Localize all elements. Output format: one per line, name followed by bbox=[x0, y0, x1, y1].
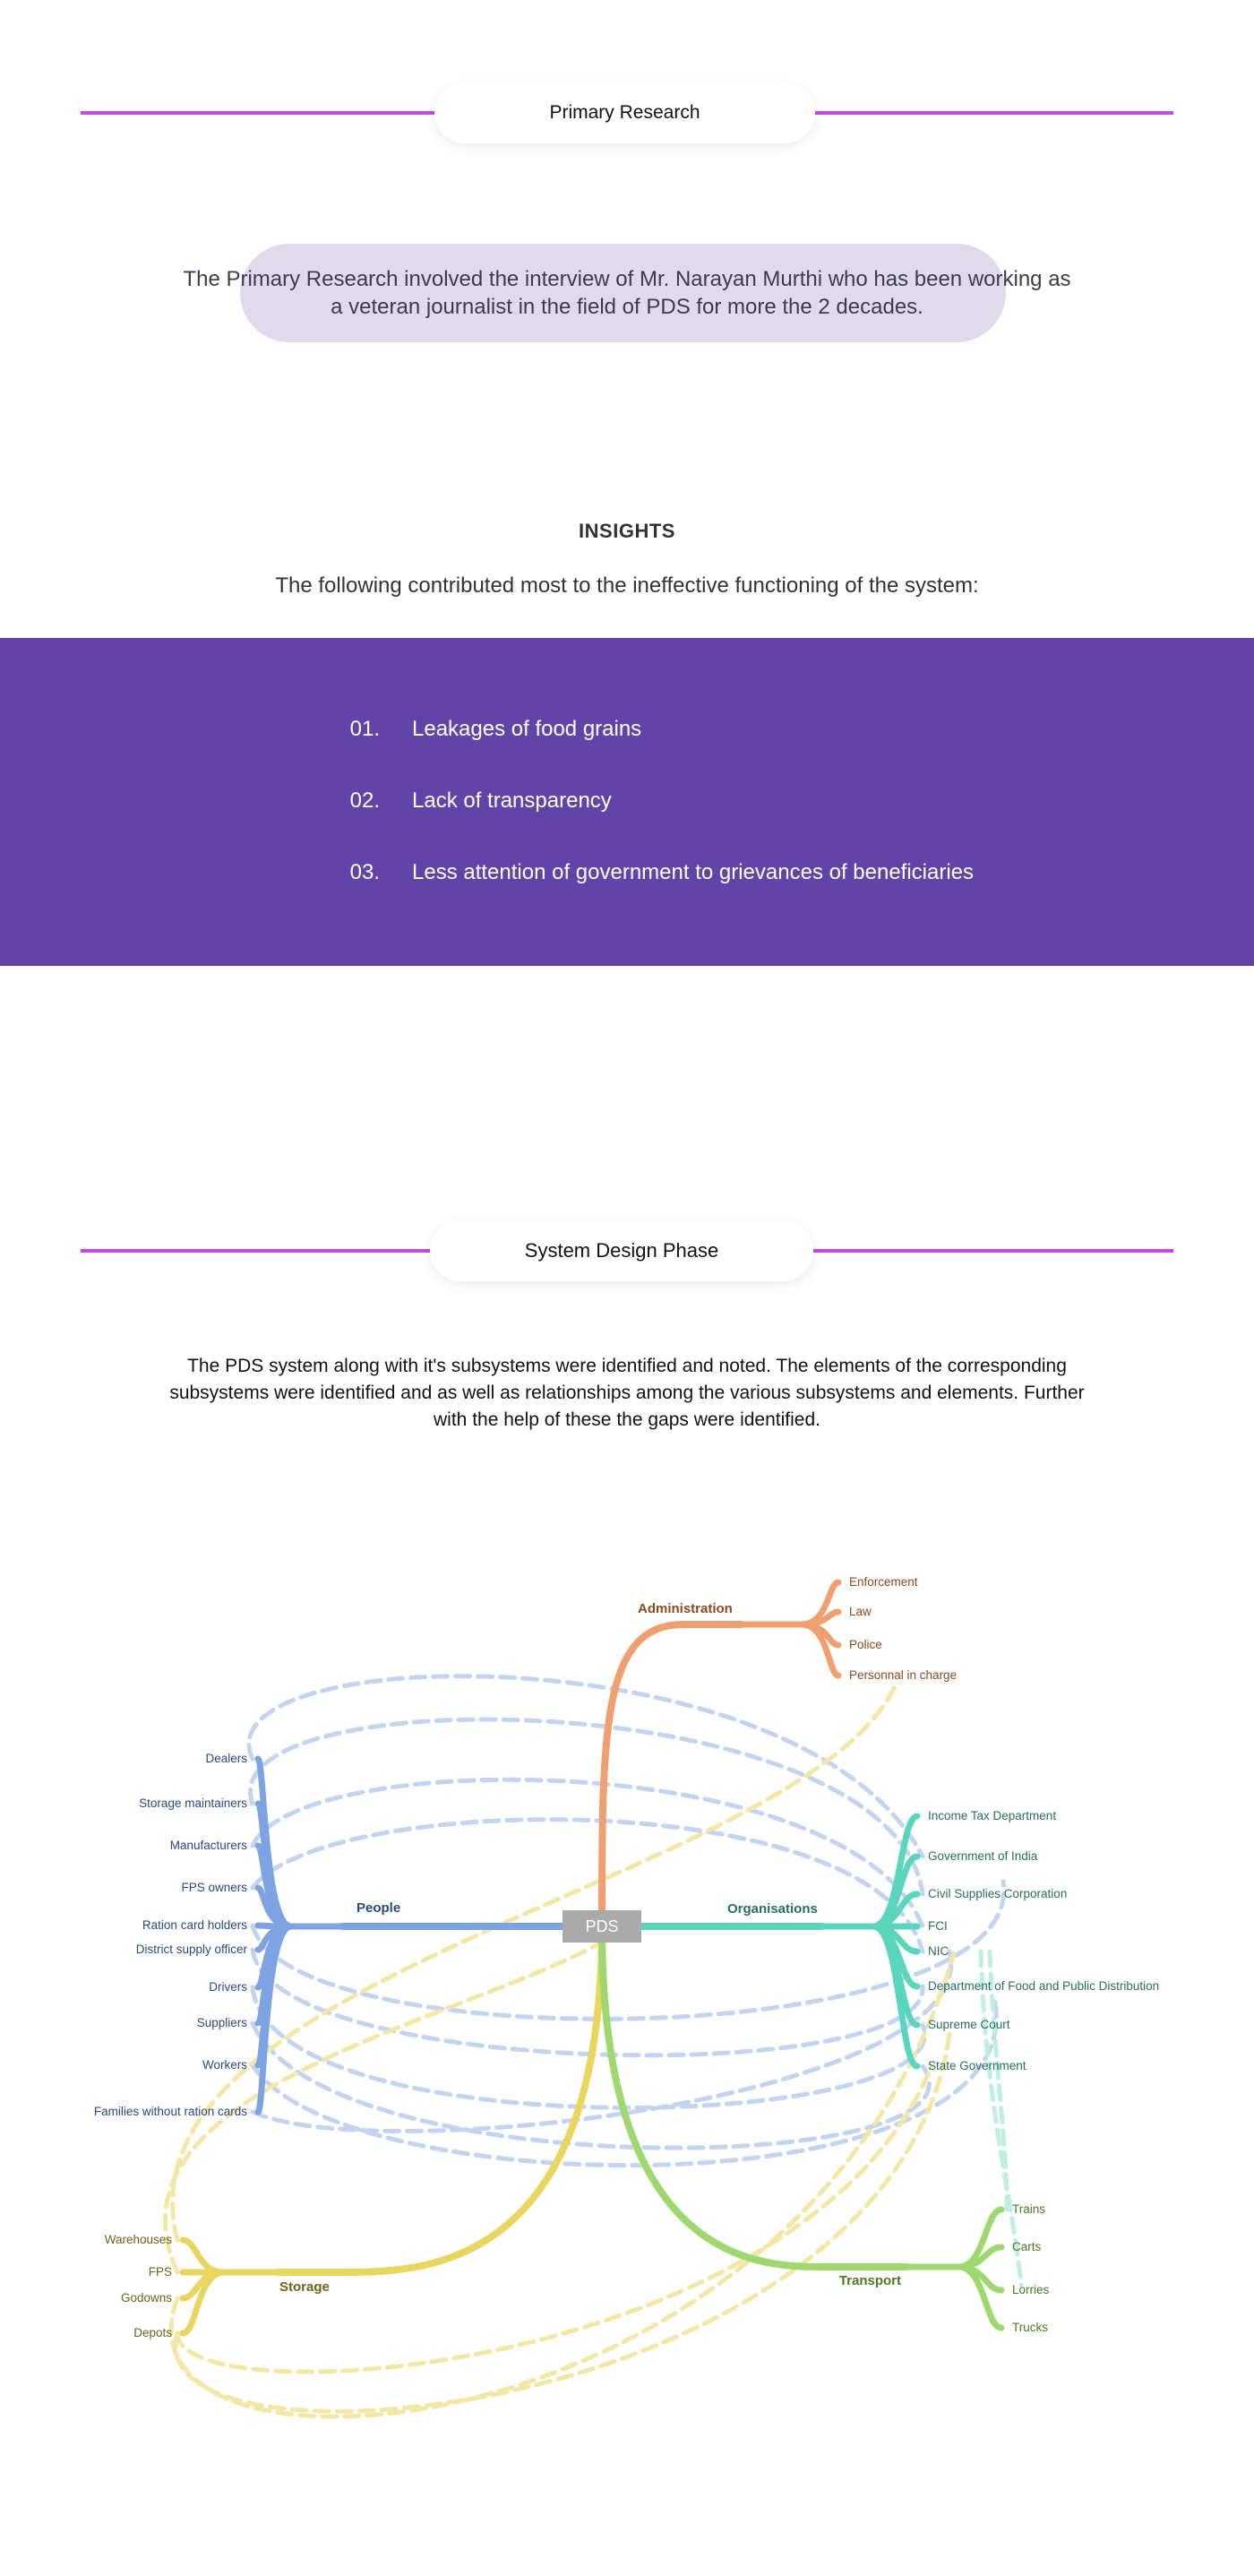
leaf-state-government: State Government bbox=[928, 2059, 1026, 2072]
relationship-link bbox=[250, 1947, 925, 2058]
leaf-supreme-court: Supreme Court bbox=[928, 2018, 1010, 2031]
insights-band: 01. Leakages of food grains 02. Lack of … bbox=[0, 638, 1254, 966]
insight-number: 02. bbox=[349, 788, 380, 813]
leaf-drivers: Drivers bbox=[209, 1980, 247, 1994]
leaf-link bbox=[179, 2269, 281, 2302]
leaf-warehouses: Warehouses bbox=[105, 2233, 173, 2246]
branch-trunk-transport bbox=[598, 1923, 910, 2270]
system-design-title: System Design Phase bbox=[430, 1220, 813, 1281]
section-divider-line-left bbox=[81, 1249, 430, 1253]
relationship-link bbox=[250, 1777, 925, 1929]
system-design-text: The PDS system along with it's subsystem… bbox=[169, 1356, 1085, 1430]
pds-mind-map: Enforcement Law Police Personnal in charge A… bbox=[94, 1575, 1159, 2419]
leaf-fps: FPS bbox=[149, 2265, 172, 2279]
leaf-godowns: Godowns bbox=[121, 2291, 172, 2305]
relationship-link bbox=[246, 1674, 925, 1859]
leaf-enforcement: Enforcement bbox=[849, 1575, 918, 1589]
leaf-civil-supplies-corporation: Civil Supplies Corporation bbox=[928, 1887, 1067, 1900]
branch-label-administration: Administration bbox=[638, 1601, 733, 1616]
leaf-link bbox=[179, 2269, 281, 2337]
leaf-department-of-food-and-public-distribution: Department of Food and Public Distributi… bbox=[928, 1979, 1159, 1993]
section-divider-line-left bbox=[81, 111, 434, 115]
insights-title: INSIGHTS bbox=[579, 520, 675, 542]
leaf-personnal-in-charge: Personnal in charge bbox=[849, 1668, 957, 1682]
relationship-link bbox=[162, 1924, 630, 2275]
branch-label-transport: Transport bbox=[839, 2273, 901, 2288]
leaf-lorries: Lorries bbox=[1012, 2283, 1050, 2296]
leaf-fci: FCI bbox=[928, 1919, 948, 1933]
leaf-suppliers: Suppliers bbox=[197, 2016, 248, 2029]
leaf-workers: Workers bbox=[202, 2058, 247, 2072]
section-divider-line-right bbox=[813, 1249, 1173, 1253]
intro-text: The Primary Research involved the interv… bbox=[183, 267, 1071, 319]
leaf-depots: Depots bbox=[133, 2326, 172, 2339]
leaf-law: Law bbox=[849, 1605, 872, 1618]
leaf-trains: Trains bbox=[1012, 2202, 1045, 2216]
branch-trunk-storage bbox=[274, 1923, 606, 2276]
section-divider-line-right bbox=[815, 111, 1173, 115]
pds-center-label: PDS bbox=[585, 1917, 618, 1935]
insights-subtitle: The following contributed most to the in… bbox=[275, 573, 979, 598]
leaf-government-of-india: Government of India bbox=[928, 1849, 1038, 1863]
leaf-carts: Carts bbox=[1012, 2240, 1042, 2253]
leaf-link bbox=[819, 1923, 921, 1955]
relationship-link bbox=[175, 2063, 934, 2374]
branch-label-organisations: Organisations bbox=[727, 1901, 818, 1917]
insight-number: 03. bbox=[349, 860, 380, 884]
leaf-ration-card-holders: Ration card holders bbox=[142, 1918, 247, 1932]
relationship-link bbox=[173, 2031, 952, 2414]
insight-item: 03. Less attention of government to grie… bbox=[314, 857, 974, 889]
insight-item: 01. Leakages of food grains bbox=[314, 713, 642, 745]
insight-text: Lack of transparency bbox=[412, 788, 612, 813]
branch-label-people: People bbox=[356, 1900, 400, 1916]
insight-text: Less attention of government to grievanc… bbox=[412, 860, 975, 884]
branch-trunk-administration bbox=[598, 1621, 745, 1930]
leaf-police: Police bbox=[849, 1638, 882, 1651]
leaf-manufacturers: Manufacturers bbox=[170, 1839, 248, 1852]
primary-research-title: Primary Research bbox=[434, 82, 815, 143]
leaf-link bbox=[903, 2263, 1005, 2294]
leaf-link bbox=[179, 2236, 281, 2276]
insight-item: 02. Lack of transparency bbox=[314, 785, 612, 817]
leaf-storage-maintainers: Storage maintainers bbox=[139, 1796, 247, 1810]
leaf-dealers: Dealers bbox=[205, 1752, 247, 1765]
leaf-nic: NIC bbox=[928, 1944, 949, 1958]
insight-number: 01. bbox=[349, 717, 380, 741]
leaf-trucks: Trucks bbox=[1012, 2321, 1048, 2334]
relationship-link bbox=[248, 1717, 925, 1897]
leaf-link bbox=[903, 2263, 1005, 2331]
leaf-families-without-ration-cards: Families without ration cards bbox=[94, 2105, 247, 2118]
branch-label-storage: Storage bbox=[279, 2279, 330, 2295]
leaf-link bbox=[819, 1891, 921, 1930]
leaf-income-tax-department: Income Tax Department bbox=[928, 1809, 1056, 1822]
leaf-district-supply-officer: District supply officer bbox=[136, 1943, 248, 1956]
insight-text: Leakages of food grains bbox=[412, 717, 642, 741]
relationship-link bbox=[168, 1951, 957, 2419]
leaf-fps-owners: FPS owners bbox=[181, 1881, 247, 1894]
